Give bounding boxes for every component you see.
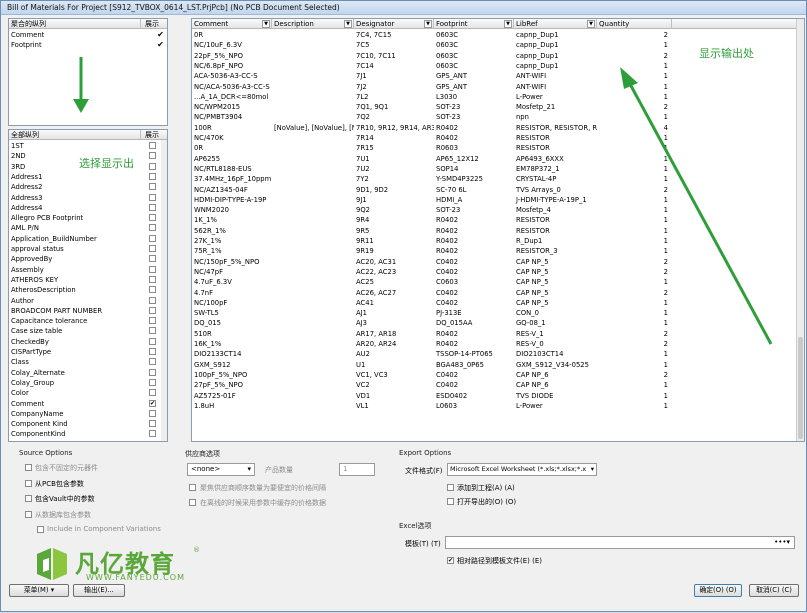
logo-registered: ® — [193, 546, 200, 554]
excel-options-title: Excel选项 — [399, 522, 432, 530]
relative-path-checkbox[interactable]: ✔ — [447, 557, 454, 564]
supplier-select-value: <none> — [191, 465, 221, 473]
arrow-output-head — [620, 67, 638, 89]
relative-path-label: 相对路径到模板文件(E) (E) — [457, 557, 542, 565]
cancel-button[interactable]: 取消(C) (C) — [749, 584, 799, 597]
supplier-opt2-checkbox[interactable] — [189, 499, 196, 506]
supplier-opt1-label: 聚焦供应商顺序数量为要便宜的价格间隔 — [200, 484, 326, 492]
menu-button-label: 菜单(M) — [23, 586, 49, 594]
source-option-label: 从数据库包含参数 — [35, 510, 91, 519]
supplier-options-title: 供应商选项 — [185, 450, 220, 458]
open-exported-label: 打开导出的(O) (O) — [457, 498, 517, 506]
export-button[interactable]: 输出(E)... — [73, 584, 125, 597]
source-option-label: 包含Vault中的参数 — [35, 495, 95, 503]
open-exported-checkbox[interactable] — [447, 498, 454, 505]
export-options-title: Export Options — [399, 449, 452, 457]
arrow-output — [628, 83, 773, 345]
source-option-checkbox[interactable] — [37, 526, 44, 533]
source-option-checkbox[interactable] — [25, 510, 32, 518]
format-select[interactable]: Microsoft Excel Worksheet (*.xls;*.xlsx;… — [447, 463, 597, 476]
add-to-project-label: 添加到工程(A) (A) — [457, 484, 515, 492]
source-option-label: 包含不固定的元器件 — [35, 464, 98, 472]
template-label: 模板(T) (T) — [405, 540, 441, 548]
fanyi-logo-icon — [35, 546, 69, 582]
ellipsis-browse-icon[interactable]: •••▾ — [774, 538, 790, 546]
arrow-down-head — [73, 99, 89, 113]
supplier-select[interactable]: <none> ▾ — [187, 463, 255, 476]
menu-button[interactable]: 菜单(M) ▾ — [9, 584, 69, 597]
chevron-down-icon: ▾ — [247, 465, 251, 473]
qty-input[interactable]: 1 — [339, 463, 375, 476]
format-value: Microsoft Excel Worksheet (*.xls;*.xlsx;… — [450, 465, 587, 473]
source-option-checkbox[interactable] — [25, 479, 32, 487]
source-option-checkbox[interactable] — [25, 495, 32, 502]
ok-button-label: 确定(O) (O) — [699, 586, 737, 594]
source-option-checkbox[interactable] — [25, 464, 32, 471]
cancel-button-label: 取消(C) (C) — [756, 586, 792, 594]
bom-dialog: Bill of Materials For Project [S912_TVBO… — [0, 0, 807, 612]
source-option-label: Include in Component Variations — [47, 525, 161, 533]
supplier-opt2-label: 在离线的时候采用参数中缓存的价格数据 — [200, 499, 326, 507]
source-options-title: Source Options — [19, 449, 73, 457]
format-label: 文件格式(F) — [405, 467, 443, 475]
logo-url: WWW.FANYEDU.COM — [86, 573, 185, 582]
source-option-label: 从PCB包含参数 — [35, 479, 84, 488]
add-to-project-checkbox[interactable] — [447, 484, 454, 491]
chevron-down-icon: ▾ — [50, 586, 55, 594]
supplier-opt1-checkbox[interactable] — [189, 484, 196, 491]
qty-value: 1 — [343, 465, 348, 473]
template-input[interactable]: •••▾ — [445, 536, 795, 549]
export-button-label: 输出(E)... — [84, 586, 114, 594]
qty-label: 产品数量 — [265, 466, 293, 474]
ok-button[interactable]: 确定(O) (O) — [694, 584, 742, 597]
chevron-down-icon: ▾ — [590, 464, 594, 475]
